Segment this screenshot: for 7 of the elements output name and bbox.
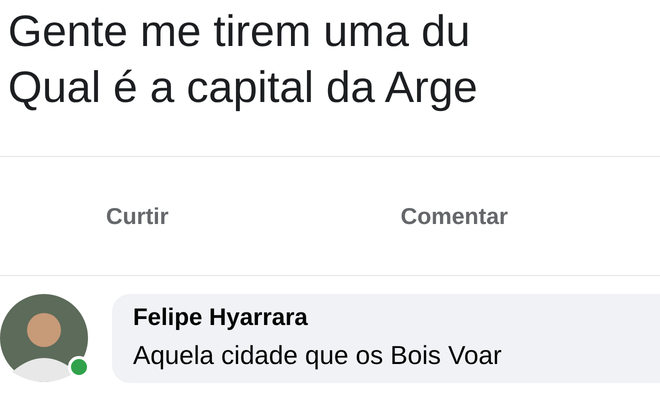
action-button[interactable]: Comentar xyxy=(394,198,514,234)
action-button[interactable]: Curtir xyxy=(100,198,175,234)
post-text: Gente me tirem uma du xyxy=(8,6,470,58)
comment-author[interactable]: Felipe Hyarrara xyxy=(133,304,308,332)
post-text: Qual é a capital da Arge xyxy=(8,62,478,114)
avatar[interactable] xyxy=(0,294,88,382)
comment-text: Aquela cidade que os Bois Voar xyxy=(133,340,502,371)
